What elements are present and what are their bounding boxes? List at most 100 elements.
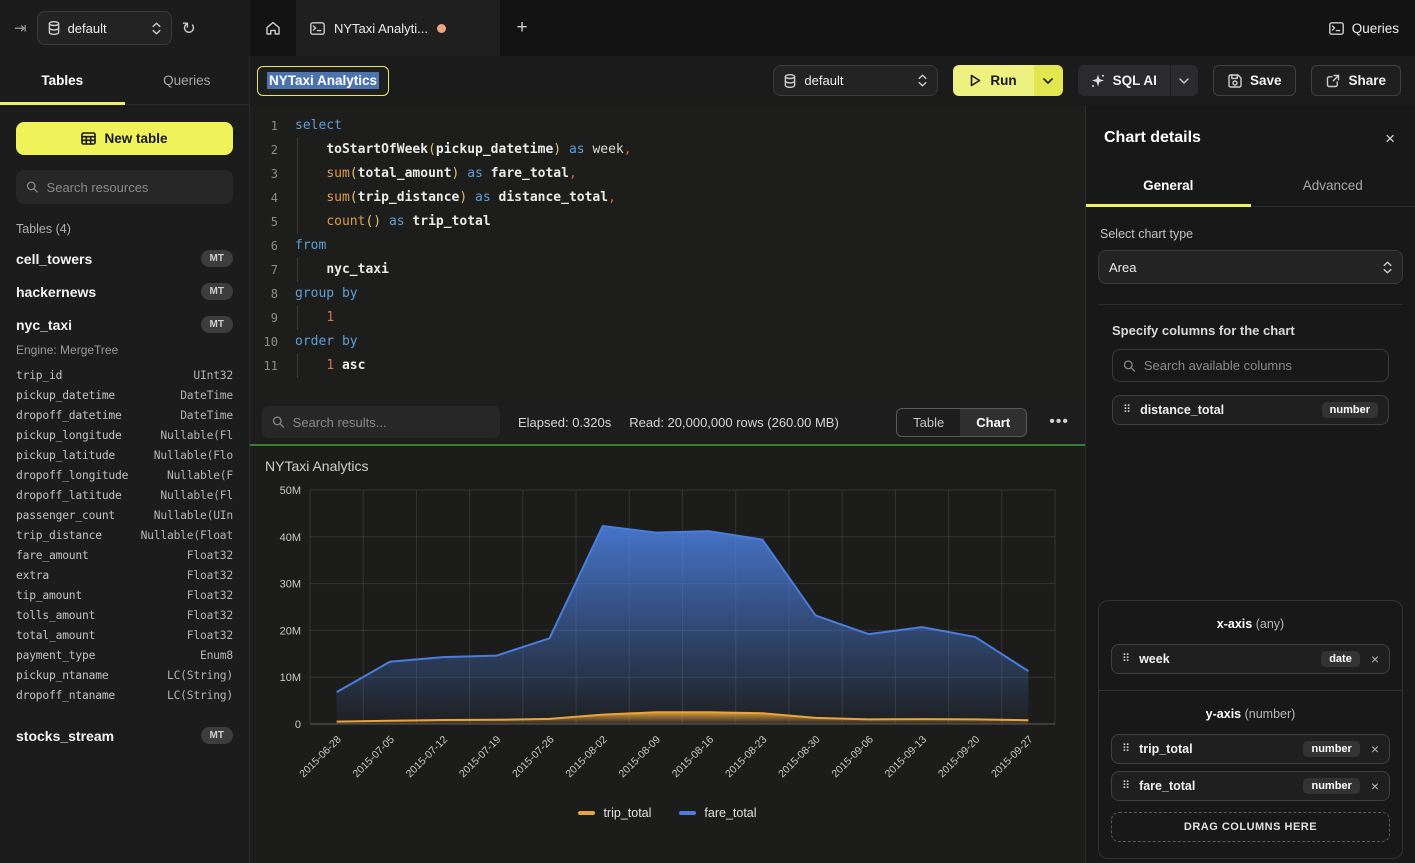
run-button-label: Run bbox=[990, 73, 1016, 88]
column-name: dropoff_datetime bbox=[16, 409, 122, 422]
database-selector[interactable]: default bbox=[37, 11, 172, 45]
terminal-icon bbox=[1329, 22, 1344, 35]
code-line: 9 1 bbox=[250, 306, 1085, 330]
collapse-sidebar-icon[interactable]: ⇥ bbox=[14, 21, 27, 36]
svg-text:2015-09-13: 2015-09-13 bbox=[883, 734, 930, 781]
new-table-button[interactable]: New table bbox=[16, 122, 233, 155]
queries-button[interactable]: Queries bbox=[1329, 0, 1399, 56]
sparkle-icon bbox=[1091, 74, 1105, 88]
y-axis-chip-fare-total[interactable]: ⠿ fare_total number × bbox=[1111, 771, 1390, 801]
column-row: pickup_latitudeNullable(Flo bbox=[16, 445, 233, 465]
column-type: Float32 bbox=[187, 569, 233, 582]
line-number: 7 bbox=[250, 258, 278, 282]
code-line: 7 nyc_taxi bbox=[250, 258, 1085, 282]
run-button[interactable]: Run bbox=[953, 65, 1033, 96]
column-type: Nullable(F bbox=[167, 469, 233, 482]
line-text: toStartOfWeek(pickup_datetime) as week, bbox=[295, 138, 632, 162]
line-number: 4 bbox=[250, 186, 278, 210]
panel-tab-general[interactable]: General bbox=[1086, 167, 1251, 206]
new-tab-button[interactable]: + bbox=[500, 0, 544, 56]
drag-handle-icon[interactable]: ⠿ bbox=[1122, 744, 1130, 755]
area-chart: 010M20M30M40M50M2015-06-282015-07-052015… bbox=[250, 446, 1085, 863]
view-toggle: Table Chart bbox=[896, 408, 1027, 437]
drag-columns-dropzone[interactable]: DRAG COLUMNS HERE bbox=[1111, 812, 1390, 842]
table-row[interactable]: hackernewsMT bbox=[16, 275, 233, 308]
svg-text:2015-09-06: 2015-09-06 bbox=[829, 734, 876, 781]
remove-icon[interactable]: × bbox=[1369, 741, 1379, 757]
chevron-down-icon bbox=[1179, 78, 1189, 84]
line-text: count() as trip_total bbox=[295, 210, 491, 234]
tables-section-label: Tables (4) bbox=[16, 222, 233, 236]
search-icon bbox=[26, 180, 39, 194]
x-axis-chip-week[interactable]: ⠿ week date × bbox=[1111, 644, 1390, 674]
column-row: dropoff_ntanameLC(String) bbox=[16, 685, 233, 705]
engine-badge: MT bbox=[201, 316, 233, 333]
column-name: dropoff_longitude bbox=[16, 469, 128, 482]
svg-text:2015-08-30: 2015-08-30 bbox=[776, 734, 823, 781]
legend-item-trip_total[interactable]: trip_total bbox=[578, 806, 651, 820]
remove-icon[interactable]: × bbox=[1369, 651, 1379, 667]
run-options-button[interactable] bbox=[1034, 65, 1063, 96]
table-row[interactable]: stocks_streamMT bbox=[16, 719, 233, 752]
view-toggle-table[interactable]: Table bbox=[897, 409, 960, 436]
sidebar-tab-tables[interactable]: Tables bbox=[0, 56, 125, 104]
refresh-icon[interactable]: ↻ bbox=[182, 20, 196, 37]
sql-ai-label: SQL AI bbox=[1113, 73, 1157, 88]
table-row[interactable]: nyc_taxiMT bbox=[16, 308, 233, 341]
column-name: trip_distance bbox=[16, 529, 102, 542]
column-row: extraFloat32 bbox=[16, 565, 233, 585]
chevron-updown-icon bbox=[918, 74, 927, 87]
drag-handle-icon[interactable]: ⠿ bbox=[1122, 781, 1130, 792]
query-title-input[interactable]: NYTaxi Analytics bbox=[257, 66, 389, 96]
column-name: tolls_amount bbox=[16, 609, 95, 622]
svg-text:2015-08-23: 2015-08-23 bbox=[723, 734, 770, 781]
tab-nytaxi-analytics[interactable]: NYTaxi Analyti... bbox=[296, 0, 500, 56]
drag-handle-icon[interactable]: ⠿ bbox=[1122, 654, 1130, 665]
panel-tab-advanced[interactable]: Advanced bbox=[1251, 167, 1415, 206]
save-button[interactable]: Save bbox=[1213, 65, 1297, 96]
column-row: dropoff_latitudeNullable(Fl bbox=[16, 485, 233, 505]
y-axis-section: y-axis (number) ⠿ trip_total number × ⠿ … bbox=[1099, 690, 1402, 858]
column-name: total_amount bbox=[16, 629, 95, 642]
svg-text:40M: 40M bbox=[280, 532, 301, 544]
y-axis-chip-trip-total[interactable]: ⠿ trip_total number × bbox=[1111, 734, 1390, 764]
chart-area: NYTaxi Analytics 010M20M30M40M50M2015-06… bbox=[250, 446, 1085, 863]
table-row[interactable]: cell_towersMT bbox=[16, 242, 233, 275]
more-options-button[interactable]: ••• bbox=[1045, 413, 1073, 431]
query-actions: default Run bbox=[773, 65, 1401, 96]
type-badge: date bbox=[1321, 651, 1360, 667]
line-text: select bbox=[295, 114, 342, 138]
share-button[interactable]: Share bbox=[1311, 65, 1401, 96]
chevron-updown-icon bbox=[1383, 261, 1392, 274]
view-toggle-chart[interactable]: Chart bbox=[960, 409, 1026, 436]
home-button[interactable] bbox=[250, 0, 296, 56]
results-search-input[interactable] bbox=[293, 415, 490, 430]
remove-icon[interactable]: × bbox=[1369, 778, 1379, 794]
sql-ai-options-button[interactable] bbox=[1170, 65, 1198, 96]
column-chip-distance-total[interactable]: ⠿ distance_total number bbox=[1112, 395, 1389, 425]
resource-search-input[interactable] bbox=[47, 180, 223, 195]
column-row: total_amountFloat32 bbox=[16, 625, 233, 645]
elapsed-stat: Elapsed: 0.320s bbox=[518, 415, 611, 430]
engine-badge: MT bbox=[201, 250, 233, 267]
run-database-selector[interactable]: default bbox=[773, 65, 938, 96]
column-search-input[interactable] bbox=[1144, 358, 1378, 373]
column-type: Nullable(Flo bbox=[154, 449, 233, 462]
results-search[interactable] bbox=[262, 406, 500, 438]
sidebar-tab-queries[interactable]: Queries bbox=[125, 56, 250, 104]
sql-ai-button[interactable]: SQL AI bbox=[1078, 73, 1170, 88]
legend-swatch bbox=[679, 811, 696, 815]
column-search[interactable] bbox=[1112, 349, 1389, 382]
column-type: Enum8 bbox=[200, 649, 233, 662]
chart-type-select[interactable]: Area bbox=[1098, 250, 1403, 284]
resource-search[interactable] bbox=[16, 170, 233, 204]
drag-handle-icon[interactable]: ⠿ bbox=[1123, 405, 1131, 416]
sql-editor[interactable]: 1select2 toStartOfWeek(pickup_datetime) … bbox=[250, 105, 1085, 400]
close-icon[interactable]: × bbox=[1385, 130, 1395, 147]
svg-text:2015-09-20: 2015-09-20 bbox=[936, 734, 983, 781]
svg-text:2015-07-19: 2015-07-19 bbox=[457, 734, 504, 781]
legend-item-fare_total[interactable]: fare_total bbox=[679, 806, 756, 820]
engine-badge: MT bbox=[201, 283, 233, 300]
unsaved-dot-icon bbox=[437, 24, 446, 33]
top-bar: ⇥ default ↻ bbox=[0, 0, 1415, 56]
